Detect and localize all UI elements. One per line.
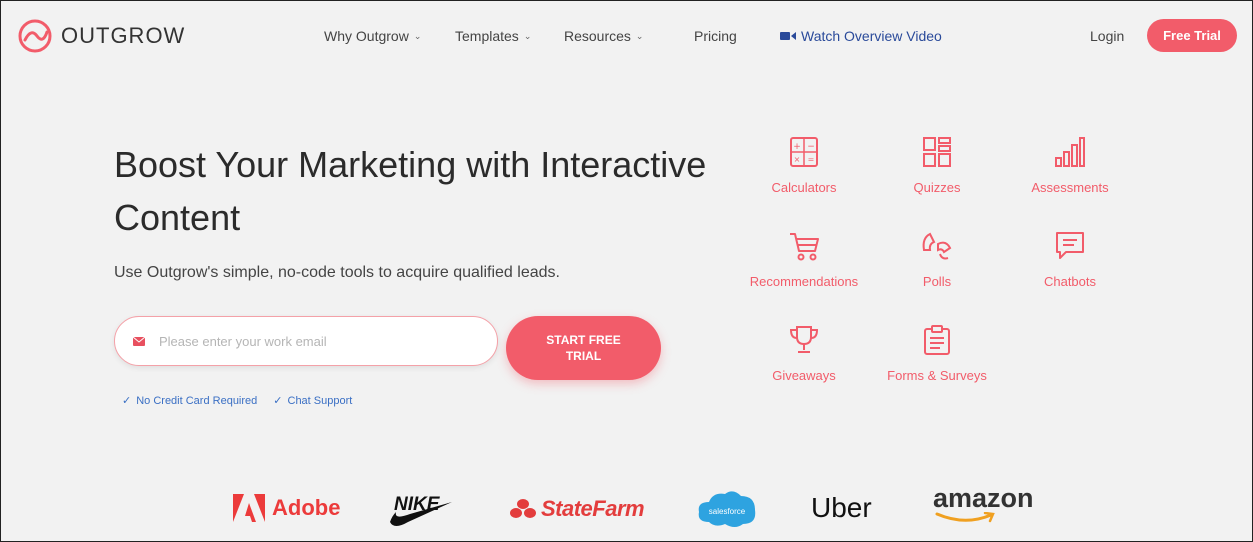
check-label: Chat Support — [287, 394, 353, 407]
adobe-logo-icon — [233, 494, 265, 522]
tool-calculators[interactable]: + − × = Calculators — [734, 136, 874, 195]
check-label: No Credit Card Required — [136, 394, 258, 407]
svg-text:+: + — [793, 142, 801, 152]
start-free-trial-button[interactable]: START FREE TRIAL — [506, 316, 661, 380]
tool-label: Giveaways — [772, 368, 836, 383]
clipboard-icon — [924, 325, 950, 355]
bar-chart-icon — [1055, 137, 1085, 167]
watch-video-label: Watch Overview Video — [801, 28, 942, 44]
svg-text:=: = — [808, 155, 815, 164]
watch-video-link[interactable]: Watch Overview Video — [780, 28, 942, 44]
nav-label: Pricing — [694, 28, 737, 44]
feature-checks: ✓ No Credit Card Required ✓ Chat Support — [122, 394, 353, 408]
hero-subtitle: Use Outgrow's simple, no-code tools to a… — [114, 264, 560, 281]
calculator-icon: + − × = — [790, 137, 818, 167]
outgrow-logo-icon — [18, 19, 52, 53]
email-input[interactable] — [157, 332, 461, 350]
salesforce-logo: salesforce — [695, 488, 759, 530]
nike-logo: NIKE — [388, 488, 454, 528]
nav-why-outgrow[interactable]: Why Outgrow ⌄ — [324, 28, 421, 44]
checkmark-icon: ✓ — [122, 395, 132, 407]
nav-label: Templates — [455, 28, 519, 44]
uber-text: Uber — [811, 492, 872, 523]
tool-quizzes[interactable]: Quizzes — [867, 136, 1007, 195]
amazon-text: amazon — [933, 483, 1034, 513]
nike-text: NIKE — [394, 494, 441, 515]
hero-title: Boost Your Marketing with Interactive Co… — [114, 144, 707, 238]
trophy-icon — [789, 326, 819, 353]
nav-pricing[interactable]: Pricing — [694, 28, 737, 44]
statefarm-ovals-icon — [510, 499, 536, 518]
nav-resources[interactable]: Resources ⌄ — [564, 28, 643, 44]
free-trial-button[interactable]: Free Trial — [1147, 19, 1237, 52]
cart-icon — [790, 233, 819, 261]
chevron-down-icon: ⌄ — [413, 30, 422, 41]
chevron-down-icon: ⌄ — [523, 30, 532, 41]
tool-label: Polls — [922, 274, 952, 289]
video-camera-icon — [780, 32, 796, 40]
uber-logo: Uber — [811, 492, 872, 524]
tool-label: Calculators — [771, 180, 837, 195]
poll-icon — [922, 232, 952, 260]
adobe-text: Adobe — [272, 495, 341, 520]
tool-giveaways[interactable]: Giveaways — [734, 324, 874, 383]
chevron-down-icon: ⌄ — [635, 30, 644, 41]
amazon-logo: amazon — [933, 484, 1034, 524]
statefarm-text: StateFarm — [541, 496, 645, 521]
tool-recommendations[interactable]: Recommendations — [734, 230, 874, 289]
quiz-icon — [923, 137, 951, 167]
tool-label: Chatbots — [1043, 274, 1097, 289]
tool-chatbots[interactable]: Chatbots — [1000, 230, 1140, 289]
amazon-smile-icon — [935, 512, 995, 523]
envelope-icon — [133, 336, 145, 346]
tool-label: Forms & Surveys — [887, 368, 987, 383]
svg-text:×: × — [794, 155, 801, 164]
statefarm-logo: StateFarm — [509, 496, 645, 522]
nike-swoosh-icon: NIKE — [390, 494, 452, 526]
nav-label: Resources — [564, 28, 631, 44]
nav-templates[interactable]: Templates ⌄ — [455, 28, 531, 44]
login-link[interactable]: Login — [1090, 28, 1124, 44]
tool-label: Assessments — [1031, 180, 1109, 195]
tool-assessments[interactable]: Assessments — [1000, 136, 1140, 195]
nav-label: Why Outgrow — [324, 28, 409, 44]
adobe-logo: Adobe — [233, 494, 340, 522]
outgrow-logo[interactable]: OUTGROW — [17, 18, 185, 54]
svg-text:−: − — [807, 142, 815, 152]
salesforce-text: salesforce — [709, 507, 746, 516]
checkmark-icon: ✓ — [273, 395, 283, 407]
check-item: ✓ No Credit Card Required — [122, 394, 258, 408]
tool-label: Recommendations — [749, 274, 859, 289]
check-item: ✓ Chat Support — [273, 394, 353, 408]
tool-polls[interactable]: Polls — [867, 230, 1007, 289]
email-field-container[interactable] — [114, 316, 498, 366]
tool-forms-surveys[interactable]: Forms & Surveys — [867, 324, 1007, 383]
chat-icon — [1056, 232, 1084, 259]
tool-label: Quizzes — [913, 180, 961, 195]
salesforce-cloud-icon: salesforce — [698, 491, 756, 527]
logo-text: OUTGROW — [61, 23, 186, 48]
